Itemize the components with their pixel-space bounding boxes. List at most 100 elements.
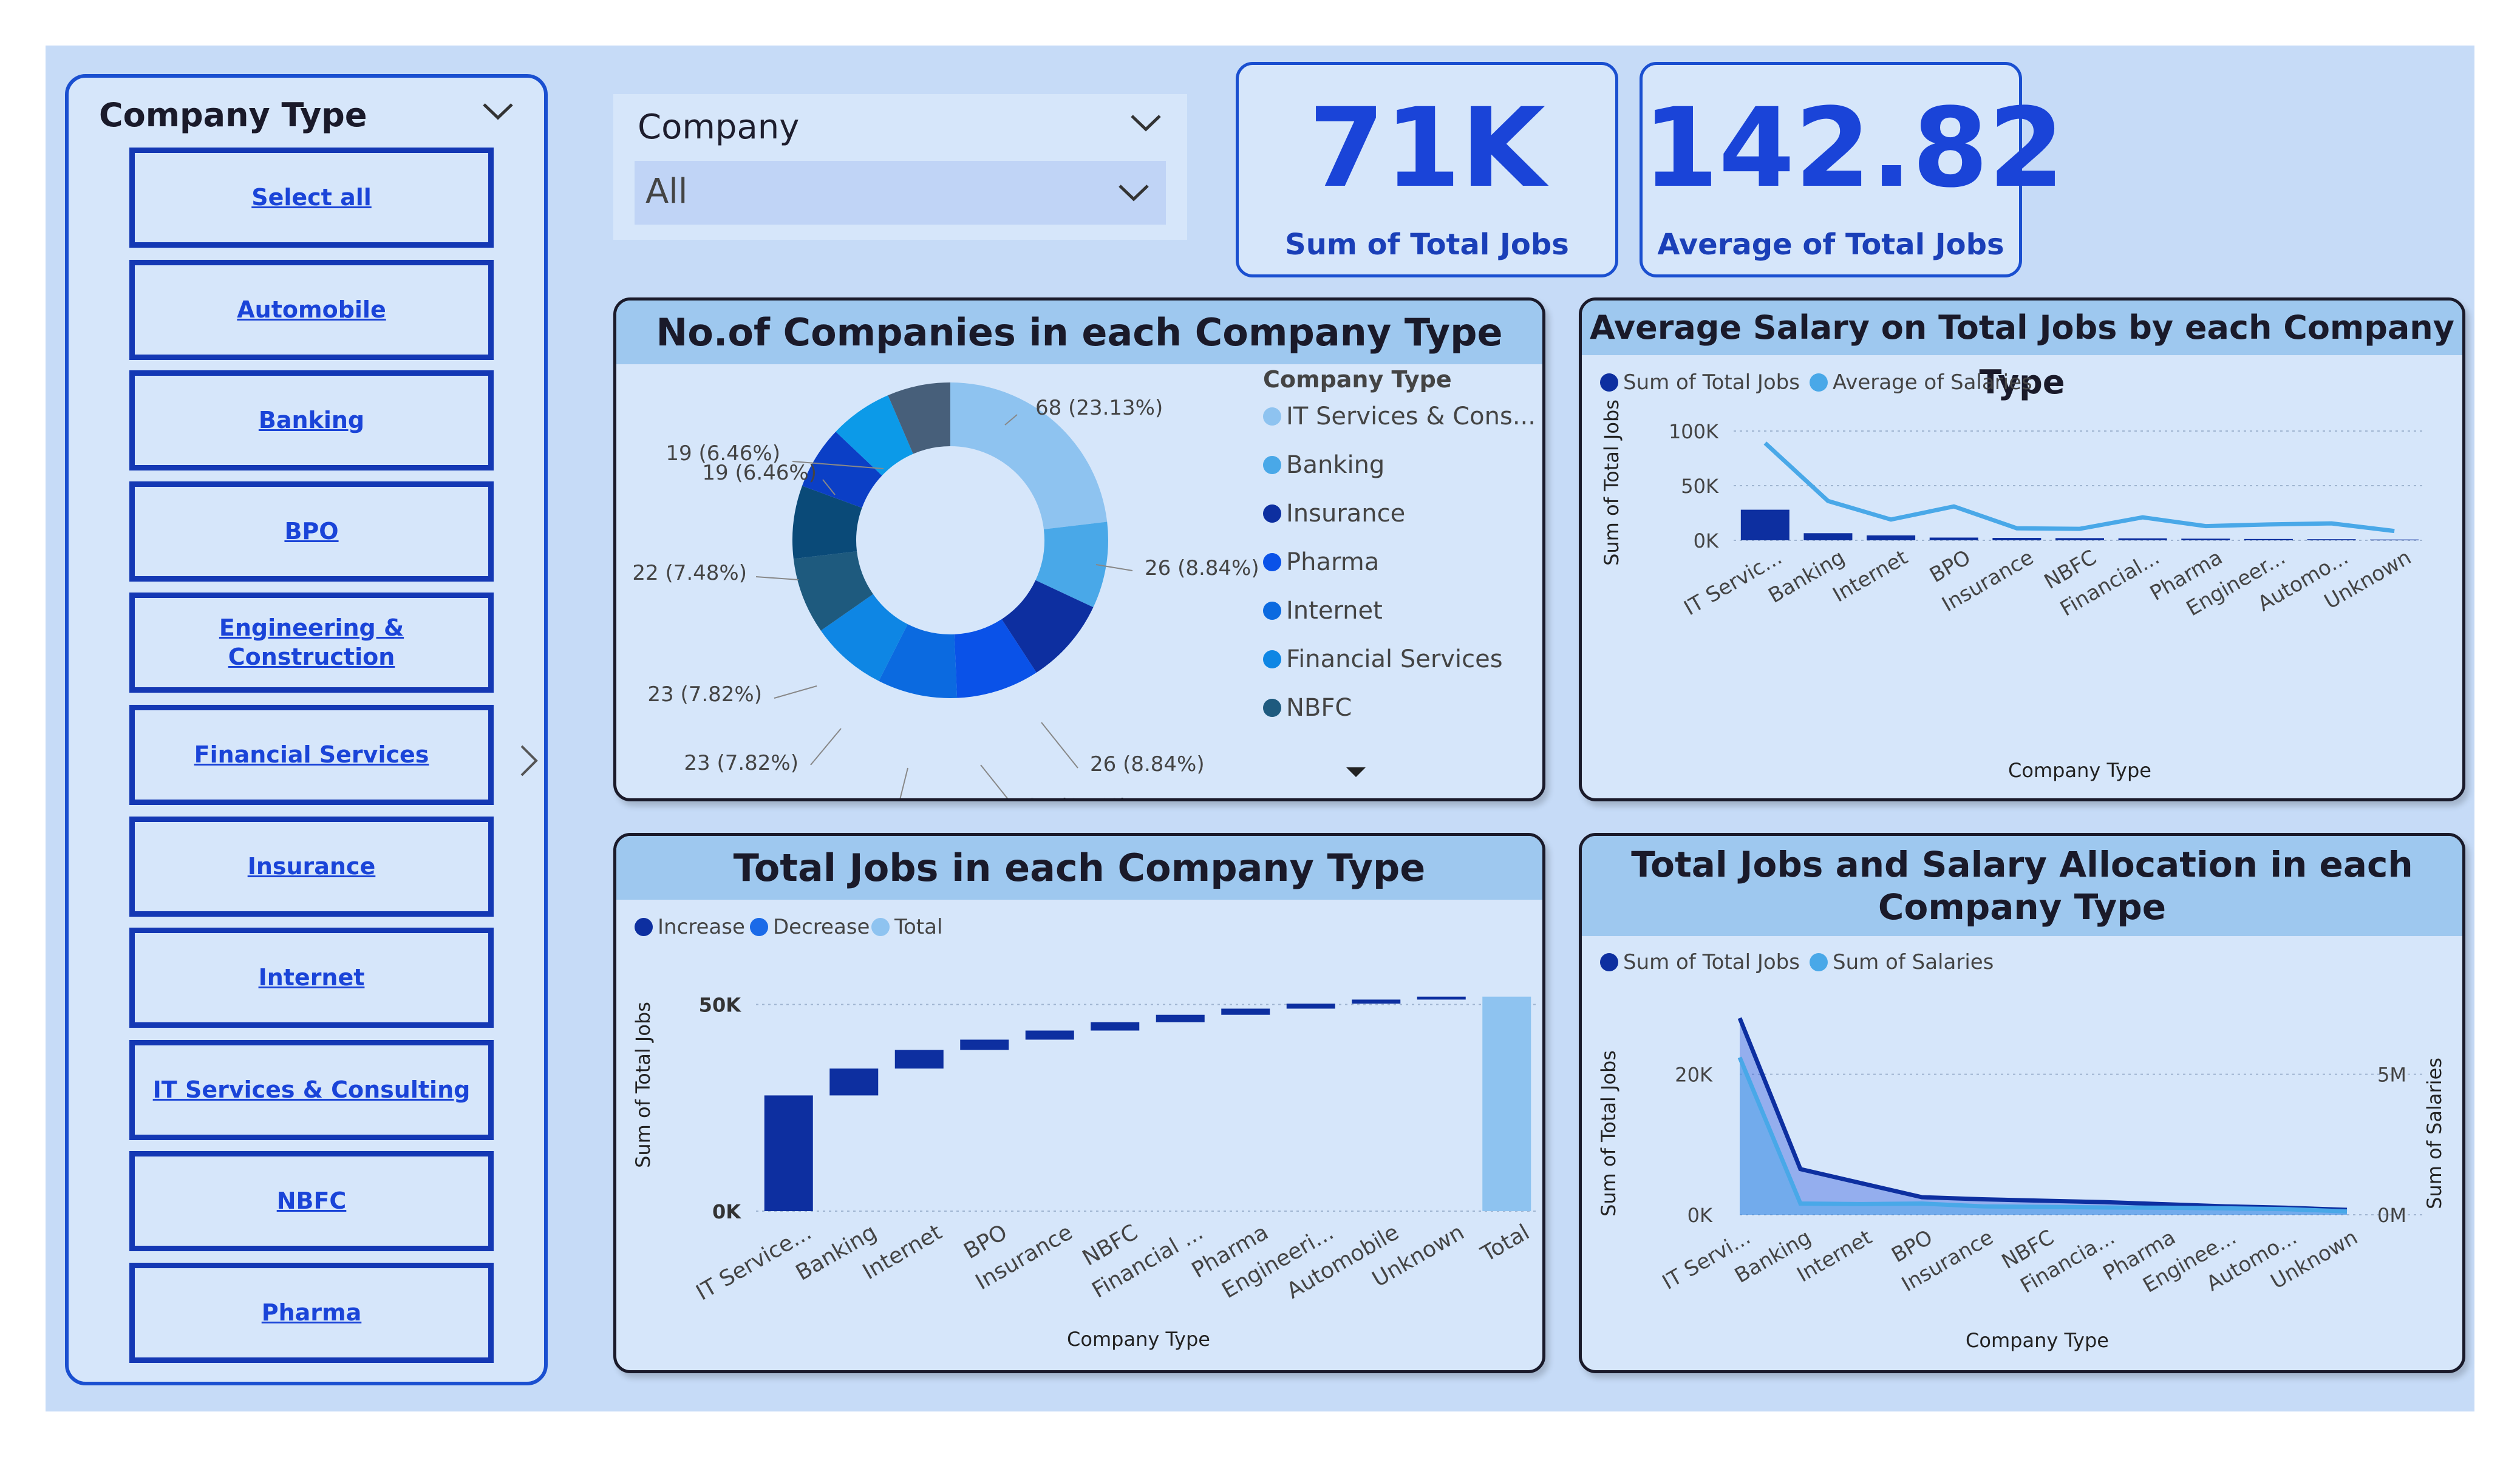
average-salary-chart-card: Average Salary on Total Jobs by each Com…: [1579, 297, 2465, 801]
slicer-item-pharma[interactable]: Pharma: [129, 1263, 494, 1363]
waterfall-bar: [1417, 996, 1466, 1000]
waterfall-chart: 50K0KIT Service...BankingInternet BPOInsu…: [632, 994, 1539, 1351]
leader-line: [899, 767, 908, 798]
legend-label: Insurance: [1286, 500, 1406, 528]
donut-chart-card: No.of Companies in each Company Type 68 …: [613, 297, 1545, 801]
x-axis-label: Company Type: [1067, 1328, 1210, 1351]
legend-item: NBFC: [1263, 694, 1352, 722]
waterfall-bar: [1091, 1022, 1140, 1031]
slicer-item-internet[interactable]: Internet: [129, 928, 494, 1028]
legend-label: Pharma: [1286, 548, 1380, 576]
slicer-item-label: Internet: [258, 963, 365, 991]
slicer-item-engineering-construction[interactable]: Engineering & Construction: [129, 593, 494, 693]
kpi-value: 71K: [1309, 85, 1545, 212]
waterfall-bar: [1156, 1014, 1205, 1022]
slicer-item-banking[interactable]: Banking: [129, 370, 494, 470]
waterfall-chart-card: Total Jobs in each Company Type Increase…: [613, 833, 1545, 1373]
area-chart-card: Total Jobs and Salary Allocation in each…: [1579, 833, 2465, 1373]
jobs-area: [1740, 1018, 2347, 1215]
data-label: 19 (6.46%): [666, 441, 780, 466]
slicer-chevron-down-icon[interactable]: [482, 101, 514, 121]
data-label: 26 (8.84%): [1090, 752, 1205, 776]
company-type-slicer: Company Type Select all Automobile Banking…: [65, 74, 548, 1385]
legend-item: Pharma: [1263, 548, 1379, 576]
legend-label: Internet: [1286, 597, 1383, 625]
slicer-item-financial-services[interactable]: Financial Services: [129, 705, 494, 805]
data-label: 25 (8.5%): [1026, 795, 1128, 798]
legend-label: Financial Services: [1286, 645, 1503, 673]
leader-line: [774, 685, 817, 699]
legend-dot: [1263, 504, 1281, 523]
legend-dot: [1263, 650, 1281, 668]
slicer-item-label: Select all: [251, 183, 372, 211]
waterfall-bar: [829, 1068, 879, 1096]
x-axis-label: Company Type: [2008, 759, 2151, 782]
legend-label: Banking: [1286, 451, 1385, 479]
waterfall-bar: [1025, 1030, 1074, 1040]
legend-item: Banking: [1263, 451, 1384, 479]
legend-scroll-down-icon[interactable]: [1345, 765, 1367, 779]
leader-line: [755, 576, 799, 580]
slicer-item-insurance[interactable]: Insurance: [129, 817, 494, 917]
y-tick-label: 50K: [699, 994, 742, 1017]
slicer-item-bpo[interactable]: BPO: [129, 481, 494, 582]
y-tick-label: 0K: [1687, 1204, 1713, 1227]
y-tick-label: 100K: [1669, 420, 1719, 443]
leader-line: [1041, 722, 1078, 769]
slicer-item-label: BPO: [284, 517, 339, 545]
bar: [1803, 533, 1853, 540]
bar: [2118, 538, 2167, 540]
kpi-label: Sum of Total Jobs: [1285, 228, 1569, 262]
slicer-title: Company Type: [99, 96, 367, 134]
y-tick-label: 50K: [1681, 475, 1719, 498]
slicer-item-label: Banking: [258, 406, 365, 433]
slicer-item-label: Engineering & Construction: [219, 614, 404, 670]
total-bar: [1482, 996, 1531, 1211]
kpi-card-average-total-jobs: 142.82 Average of Total Jobs: [1640, 62, 2065, 277]
y2-tick-label: 0M: [2377, 1204, 2406, 1227]
slicer-item-label: Insurance: [247, 852, 376, 880]
leader-line: [980, 764, 1009, 798]
legend-label: NBFC: [1286, 694, 1352, 722]
waterfall-bar: [894, 1050, 944, 1069]
series-line: [1763, 441, 2395, 534]
legend-item: Financial Services: [1263, 645, 1503, 673]
kpi-value: 142.82: [1643, 85, 2065, 212]
x-axis-label: Company Type: [1966, 1329, 2109, 1352]
dashboard-canvas: Company Type Select all Automobile Banking…: [46, 46, 2474, 1411]
area-chart: 20K0K5M0MIT Servi...BankingInternet BPOIn…: [1597, 1017, 2446, 1352]
legend-label: IT Services & Cons...: [1286, 402, 1536, 430]
data-label: 26 (8.84%): [1145, 556, 1259, 580]
y-axis-label: Sum of Total Jobs: [1597, 1050, 1620, 1217]
slicer-item-label: Automobile: [237, 296, 386, 323]
slicer-item-label: IT Services & Consulting: [152, 1076, 471, 1103]
slicer-item-automobile[interactable]: Automobile: [129, 260, 494, 360]
data-label: 22 (7.48%): [632, 561, 747, 585]
waterfall-bar: [960, 1039, 1009, 1050]
legend-dot: [1263, 407, 1281, 426]
data-label: 23 (7.82%): [647, 682, 762, 707]
company-filter-chevron-icon[interactable]: [1129, 112, 1162, 133]
chevron-right-icon[interactable]: [518, 742, 540, 779]
bar: [1992, 538, 2042, 540]
kpi-label: Average of Total Jobs: [1657, 228, 2004, 262]
chevron-down-icon[interactable]: [1117, 182, 1150, 203]
combo-chart: 100K50K0KIT Servic...BankingInternet BPOI…: [1600, 399, 2426, 782]
bar: [2181, 538, 2230, 540]
slicer-item-select-all[interactable]: Select all: [129, 148, 494, 248]
y-axis-label: Sum of Total Jobs: [632, 1002, 655, 1168]
y-tick-label: 20K: [1675, 1064, 1713, 1087]
company-filter-title: Company: [638, 107, 800, 147]
legend-dot: [1263, 456, 1281, 474]
waterfall-bar: [764, 1095, 813, 1211]
slicer-item-nbfc[interactable]: NBFC: [129, 1151, 494, 1251]
company-select-dropdown[interactable]: All: [635, 161, 1166, 225]
company-filter: Company All: [613, 94, 1187, 240]
slicer-item-it-services-consulting[interactable]: IT Services & Consulting: [129, 1040, 494, 1140]
legend-item: Internet: [1263, 597, 1383, 625]
bar: [1929, 537, 1978, 540]
legend-item: IT Services & Cons...: [1263, 402, 1536, 430]
bar: [1867, 535, 1916, 540]
legend-dot: [1263, 602, 1281, 620]
data-label: 68 (23.13%): [1035, 396, 1163, 420]
